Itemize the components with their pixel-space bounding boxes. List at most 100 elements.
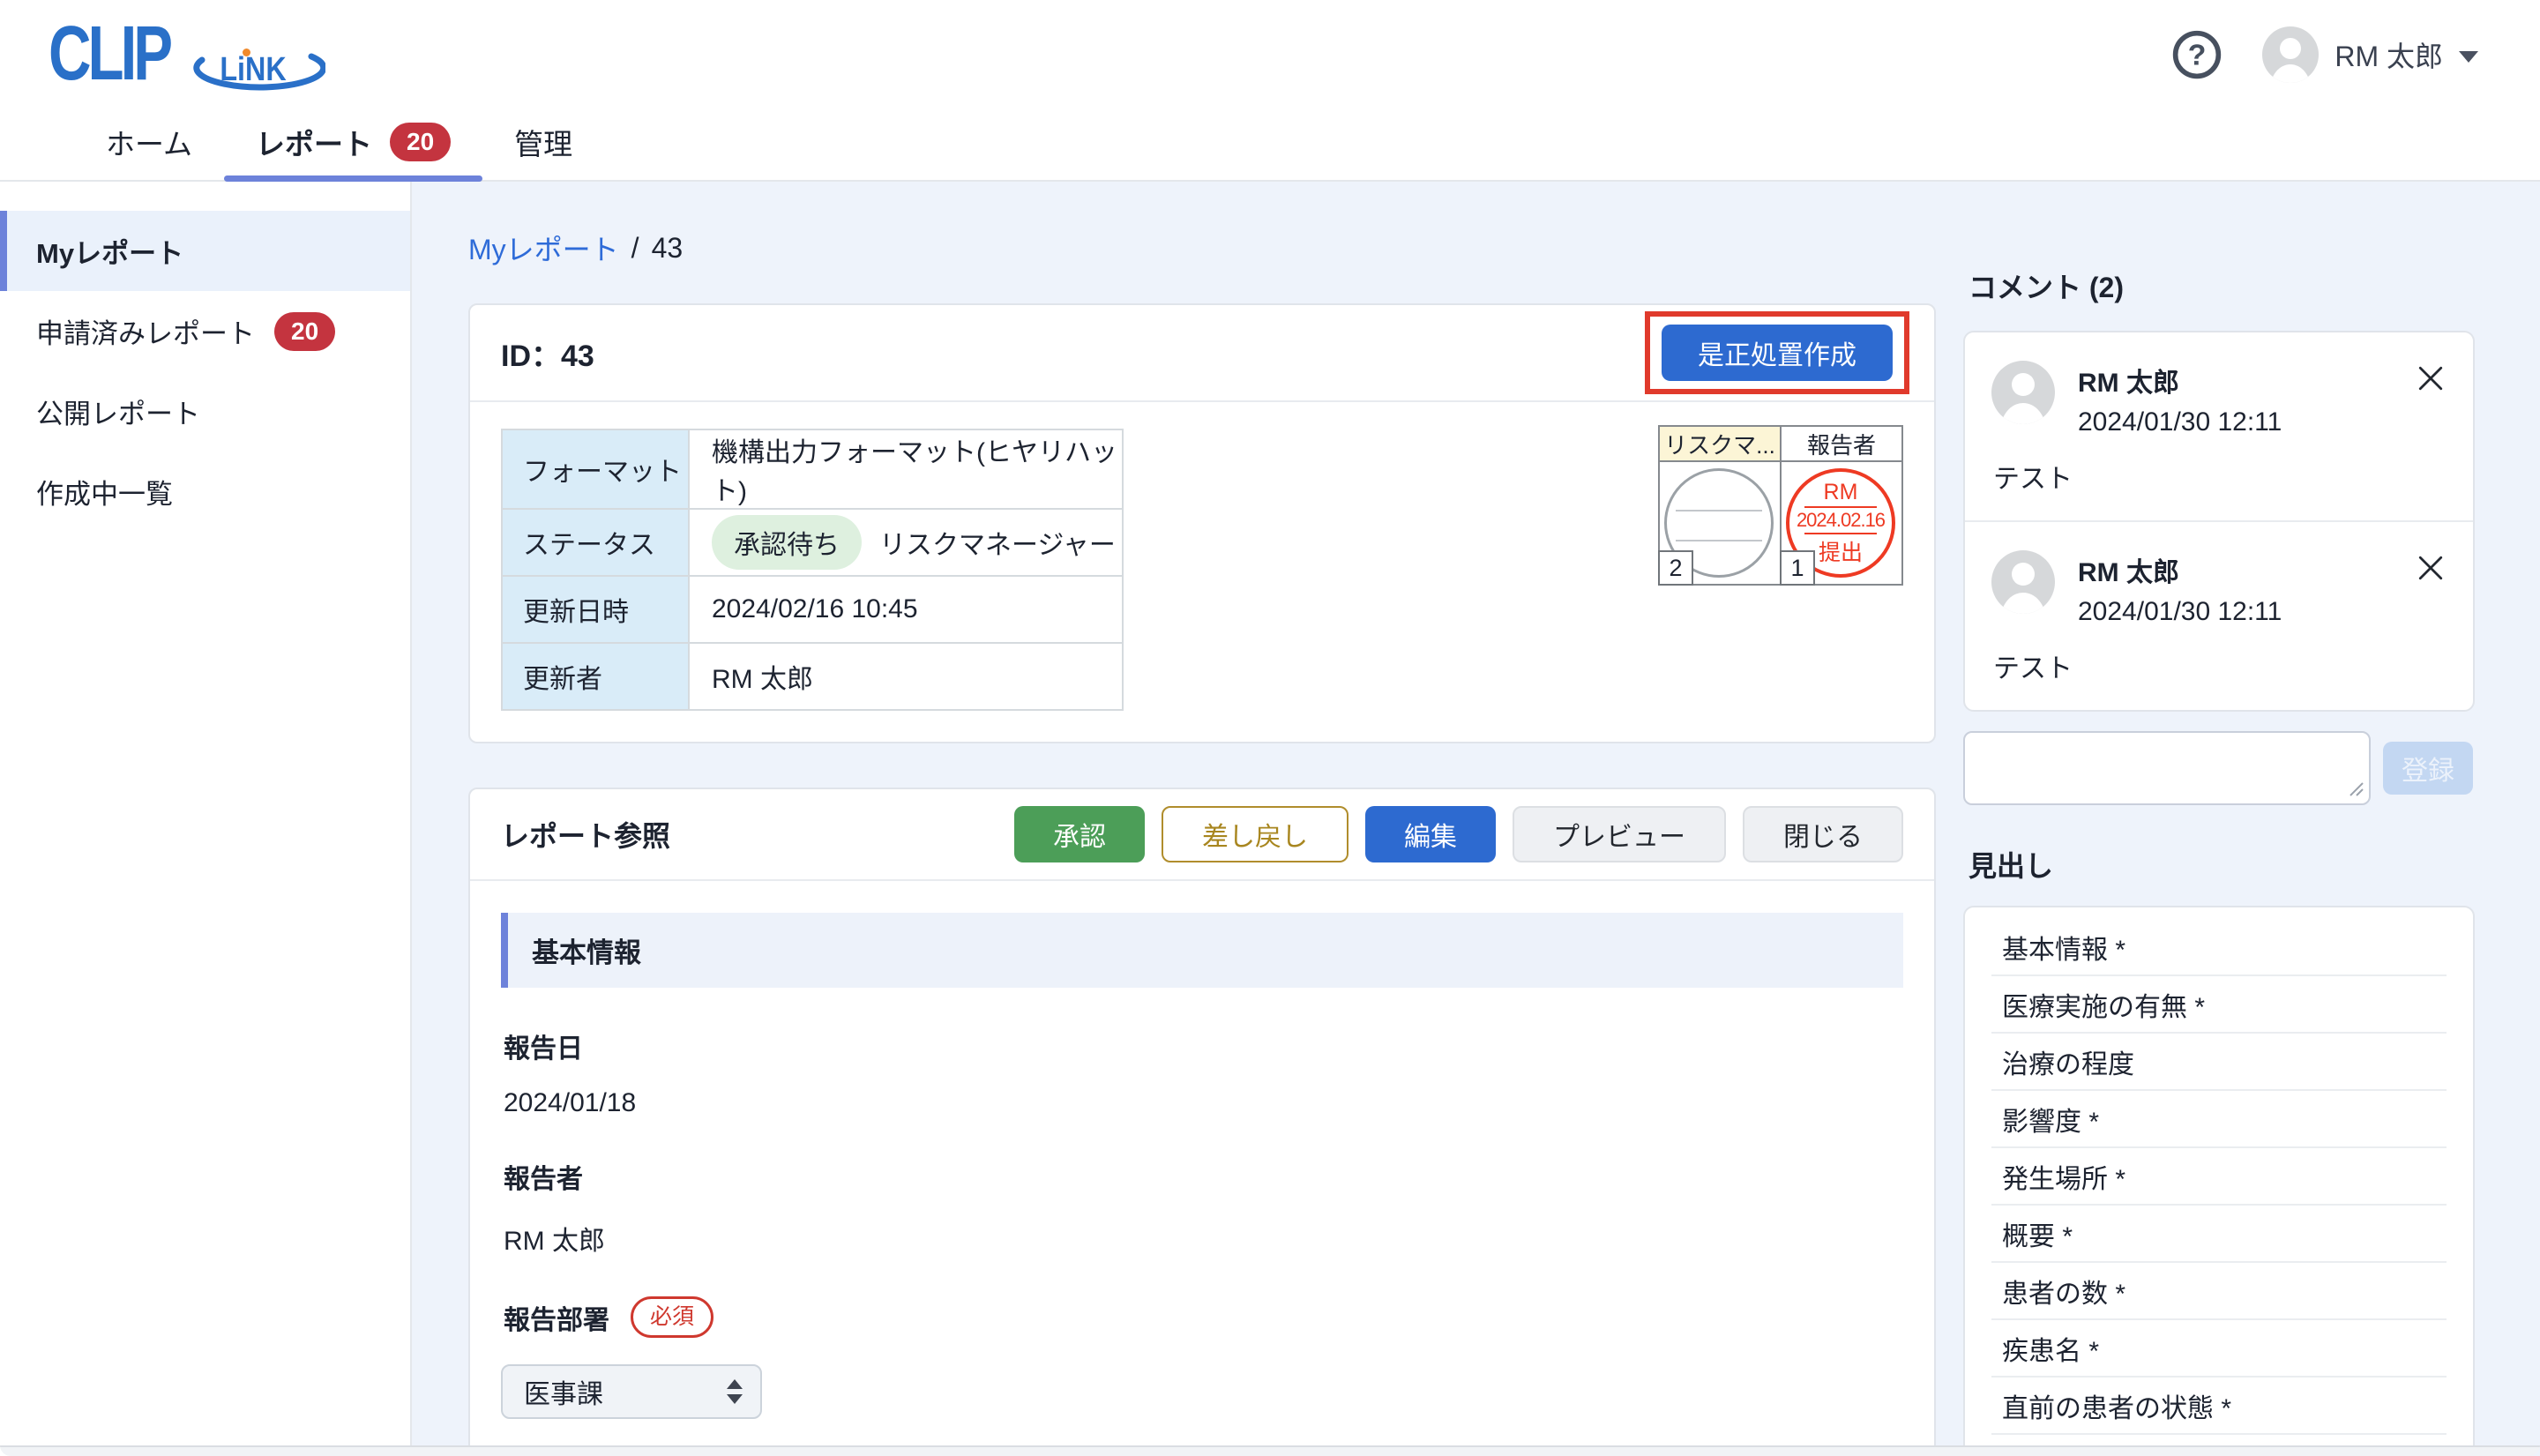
stamp-cell-risk-manager: 2 <box>1658 462 1782 586</box>
comment-item: RM 太郎 2024/01/30 12:11 テスト <box>1965 520 2473 710</box>
stamp-name: RM <box>1824 480 1858 505</box>
sidebar: Myレポート 申請済みレポート 20 公開レポート 作成中一覧 <box>0 182 412 1456</box>
approve-button[interactable]: 承認 <box>1014 806 1145 862</box>
sidebar-submitted-badge: 20 <box>274 312 335 351</box>
stamp-order-number: 1 <box>1780 550 1815 586</box>
remand-button[interactable]: 差し戻し <box>1162 806 1348 862</box>
comment-timestamp: 2024/01/30 12:11 <box>2078 407 2282 437</box>
content-area: Myレポート / 43 ID：43 是正処置作成 フォーマット 機構出力フォーマ… <box>412 182 1963 1456</box>
tab-home[interactable]: ホーム <box>74 104 224 180</box>
heading-item-treatment-level[interactable]: 治療の程度 <box>1991 1034 2447 1091</box>
report-action-buttons: 承認 差し戻し 編集 プレビュー 閉じる <box>1014 806 1903 862</box>
heading-item-location[interactable]: 発生場所 * <box>1991 1148 2447 1206</box>
comment-item: RM 太郎 2024/01/30 12:11 テスト <box>1965 332 2473 520</box>
logo-link-mark: LiNK <box>181 46 325 102</box>
field-value-reporter: RM 太郎 <box>504 1219 1903 1258</box>
stamp-header-reporter: 報告者 <box>1780 425 1903 462</box>
headings-card: 基本情報 * 医療実施の有無 * 治療の程度 影響度 * 発生場所 * 概要 *… <box>1963 906 2475 1456</box>
stamp-header-risk-manager: リスクマ... <box>1658 425 1782 462</box>
register-comment-button[interactable]: 登録 <box>2383 742 2473 795</box>
sidebar-item-label: 申請済みレポート <box>36 311 255 351</box>
heading-item-medical-care[interactable]: 医療実施の有無 * <box>1991 976 2447 1034</box>
info-value-status: 承認待ちリスクマネージャー <box>689 509 1123 576</box>
report-id-card: ID：43 是正処置作成 フォーマット 機構出力フォーマット(ヒヤリハット) ス… <box>468 303 1936 743</box>
stamp-action: 提出 <box>1819 535 1863 567</box>
preview-button[interactable]: プレビュー <box>1513 806 1726 862</box>
tab-admin-label: 管理 <box>514 121 572 163</box>
field-label-report-date: 報告日 <box>504 1027 583 1065</box>
table-row: ステータス 承認待ちリスクマネージャー <box>502 509 1123 576</box>
tab-admin[interactable]: 管理 <box>482 104 604 180</box>
table-row: 更新日時 2024/02/16 10:45 <box>502 576 1123 643</box>
status-role: リスクマネージャー <box>879 531 1116 560</box>
department-select[interactable]: 医事課 <box>501 1364 762 1419</box>
breadcrumb-my-reports-link[interactable]: Myレポート <box>468 228 619 268</box>
close-icon[interactable] <box>2417 554 2445 582</box>
report-view-title: レポート参照 <box>501 814 670 855</box>
field-label-reporter: 報告者 <box>504 1157 583 1196</box>
stamp-order-number: 2 <box>1658 550 1693 586</box>
sidebar-item-submitted-reports[interactable]: 申請済みレポート 20 <box>0 291 410 371</box>
comments-card: RM 太郎 2024/01/30 12:11 テスト RM 太郎 2024/01… <box>1963 331 2475 712</box>
comment-text: テスト <box>1993 646 2447 685</box>
app-logo[interactable]: CLIP LiNK <box>49 7 348 102</box>
chevron-down-icon <box>2459 51 2478 63</box>
select-arrows-icon <box>725 1378 744 1406</box>
edit-button[interactable]: 編集 <box>1365 806 1496 862</box>
svg-text:?: ? <box>2188 38 2207 71</box>
logo-i-dot <box>243 49 250 56</box>
user-name: RM 太郎 <box>2335 34 2443 75</box>
heading-item-summary[interactable]: 概要 * <box>1991 1206 2447 1263</box>
stamp-cell-reporter: RM 2024.02.16 提出 1 <box>1780 462 1903 586</box>
section-header-basic-info: 基本情報 <box>501 913 1903 988</box>
heading-item-disease-name[interactable]: 疾患名 * <box>1991 1320 2447 1378</box>
logo-clip-text: CLIP <box>49 14 169 91</box>
heading-item-patient-state[interactable]: 直前の患者の状態 * <box>1991 1378 2447 1435</box>
info-label-updated-by: 更新者 <box>502 643 689 710</box>
required-badge: 必須 <box>631 1296 713 1338</box>
tab-reports-label: レポート <box>256 121 372 163</box>
comments-title: コメント (2) <box>1968 265 2475 306</box>
sidebar-item-label: 公開レポート <box>36 392 200 431</box>
tab-reports-badge: 20 <box>390 123 451 161</box>
avatar <box>1991 550 2055 614</box>
sidebar-item-drafts[interactable]: 作成中一覧 <box>0 452 410 532</box>
info-label-updated-at: 更新日時 <box>502 576 689 643</box>
right-panel: コメント (2) RM 太郎 2024/01/30 12:11 テスト <box>1963 182 2540 1456</box>
sidebar-item-label: Myレポート <box>36 231 183 271</box>
user-menu[interactable]: RM 太郎 <box>2262 26 2478 83</box>
close-icon[interactable] <box>2417 364 2445 392</box>
breadcrumb-separator: / <box>631 232 639 265</box>
heading-item-basic-info[interactable]: 基本情報 * <box>1991 919 2447 976</box>
tab-reports[interactable]: レポート 20 <box>224 104 482 180</box>
app-header: CLIP LiNK ? RM 太郎 ホーム <box>0 0 2540 182</box>
field-label-department: 報告部署 <box>504 1298 609 1337</box>
breadcrumb: Myレポート / 43 <box>468 228 1963 268</box>
main-nav: ホーム レポート 20 管理 <box>0 104 2540 180</box>
breadcrumb-current: 43 <box>652 232 684 265</box>
comment-timestamp: 2024/01/30 12:11 <box>2078 597 2282 627</box>
sidebar-item-label: 作成中一覧 <box>36 472 173 511</box>
approval-stamp-table: リスクマ... 2 報告者 RM <box>1658 425 1903 586</box>
comment-author: RM 太郎 <box>2078 361 2282 399</box>
help-icon[interactable]: ? <box>2170 28 2223 81</box>
heading-item-patient-count[interactable]: 患者の数 * <box>1991 1263 2447 1320</box>
field-value-report-date: 2024/01/18 <box>504 1088 1903 1118</box>
avatar <box>2262 26 2319 83</box>
comment-input[interactable] <box>1963 731 2371 805</box>
info-label-status: ステータス <box>502 509 689 576</box>
tab-home-label: ホーム <box>106 121 192 163</box>
create-corrective-action-button[interactable]: 是正処置作成 <box>1662 325 1893 381</box>
info-label-format: フォーマット <box>502 429 689 509</box>
report-view-card: レポート参照 承認 差し戻し 編集 プレビュー 閉じる 基本情報 報告日 202… <box>468 788 1936 1456</box>
comment-text: テスト <box>1993 457 2447 496</box>
heading-item-impact[interactable]: 影響度 * <box>1991 1091 2447 1148</box>
sidebar-item-my-reports[interactable]: Myレポート <box>0 211 410 291</box>
close-button[interactable]: 閉じる <box>1743 806 1903 862</box>
report-info-table: フォーマット 機構出力フォーマット(ヒヤリハット) ステータス 承認待ちリスクマ… <box>501 429 1124 711</box>
comment-author: RM 太郎 <box>2078 550 2282 589</box>
annotation-highlight: 是正処置作成 <box>1645 311 1909 394</box>
sidebar-item-public-reports[interactable]: 公開レポート <box>0 371 410 452</box>
report-id-label: ID：43 <box>501 332 594 375</box>
stamp-date: 2024.02.16 <box>1797 509 1885 532</box>
